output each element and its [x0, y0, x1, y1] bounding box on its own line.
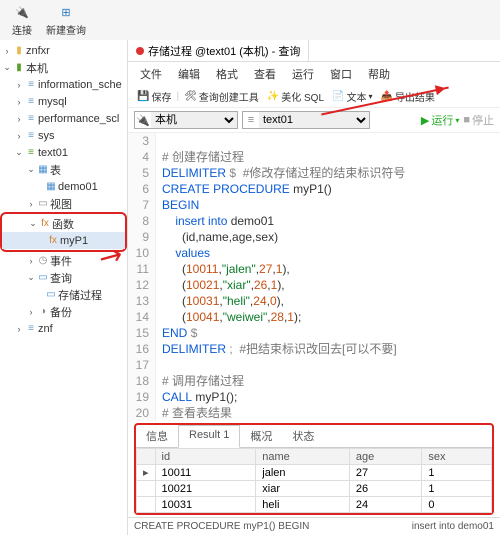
- connect-label: 连接: [12, 22, 32, 37]
- tree-folder-znfxr[interactable]: ›▮znfxr: [0, 42, 127, 59]
- db-icon: ≡: [24, 79, 38, 90]
- new-query-label: 新建查询: [46, 22, 86, 37]
- beautify-button[interactable]: ✨美化 SQL: [264, 88, 327, 105]
- result-tab-profile[interactable]: 概况: [240, 425, 282, 447]
- result-tab-result1[interactable]: Result 1: [178, 425, 240, 448]
- tree-queries[interactable]: ⌄▭查询: [0, 269, 127, 286]
- tree-db-performance-schema[interactable]: ›≡performance_scl: [0, 110, 127, 127]
- database-select[interactable]: ≡ text01: [242, 111, 370, 129]
- tree-function-myp1[interactable]: fxmyP1: [2, 232, 125, 249]
- menu-help[interactable]: 帮助: [362, 65, 396, 83]
- save-button[interactable]: 💾保存: [134, 88, 174, 105]
- tree-conn-local[interactable]: ⌄▮本机: [0, 59, 127, 76]
- menu-bar: 文件 编辑 格式 查看 运行 窗口 帮助: [128, 62, 500, 86]
- editor-tab[interactable]: 存储过程 @text01 (本机) - 查询: [128, 40, 309, 61]
- event-icon: ◷: [36, 255, 50, 266]
- table-header: idnameagesex: [137, 449, 492, 465]
- plug-icon: ▮: [12, 62, 26, 73]
- tree-db-text01[interactable]: ⌄≡text01: [0, 144, 127, 161]
- menu-view[interactable]: 查看: [248, 65, 282, 83]
- query-builder-button[interactable]: 🛠查询创建工具: [181, 88, 262, 105]
- connection-select-field[interactable]: 本机: [151, 112, 237, 128]
- text-button[interactable]: 📄文本▾: [329, 88, 375, 105]
- tree-db-information-schema[interactable]: ›≡information_sche: [0, 76, 127, 93]
- plug-icon: 🔌: [135, 114, 151, 127]
- tree-db-znf[interactable]: ›≡znf: [0, 320, 127, 337]
- function-icon: fx: [38, 218, 52, 229]
- editor-tab-title: 存储过程 @text01 (本机) - 查询: [148, 43, 300, 59]
- status-left: CREATE PROCEDURE myP1() BEGIN: [134, 521, 309, 532]
- result-tab-info[interactable]: 信息: [136, 425, 178, 447]
- db-icon: ≡: [24, 323, 38, 334]
- menu-file[interactable]: 文件: [134, 65, 168, 83]
- menu-window[interactable]: 窗口: [324, 65, 358, 83]
- table-icon: ▦: [36, 164, 50, 175]
- results-panel: 信息 Result 1 概况 状态 idnameagesex ▸10011jal…: [134, 423, 494, 515]
- status-bar: CREATE PROCEDURE myP1() BEGIN insert int…: [128, 517, 500, 535]
- backup-icon: ◑: [36, 306, 50, 317]
- tree-table-demo01[interactable]: ▦demo01: [0, 178, 127, 195]
- tree-functions[interactable]: ⌄fx函数: [2, 215, 125, 232]
- query-icon: ▭: [44, 289, 58, 300]
- db-icon: ≡: [24, 96, 38, 107]
- table-row[interactable]: 10031heli240: [137, 497, 492, 513]
- result-grid[interactable]: idnameagesex ▸10011jalen271 10021xiar261…: [136, 448, 492, 513]
- stop-icon: ■: [463, 114, 470, 126]
- table-row[interactable]: 10021xiar261: [137, 481, 492, 497]
- connection-select[interactable]: 🔌 本机: [134, 111, 238, 129]
- sparkle-icon: ✨: [267, 91, 279, 102]
- db-icon: ≡: [24, 113, 38, 124]
- sql-editor[interactable]: 34567891011121314151617181920 # 创建存储过程 D…: [128, 133, 500, 421]
- function-icon: fx: [46, 235, 60, 246]
- database-select-field[interactable]: text01: [259, 112, 369, 128]
- view-icon: ▭: [36, 198, 50, 209]
- menu-run[interactable]: 运行: [286, 65, 320, 83]
- stop-button[interactable]: ■停止: [463, 112, 494, 128]
- export-icon: 📤: [380, 91, 392, 102]
- tree-views[interactable]: ›▭视图: [0, 195, 127, 212]
- menu-format[interactable]: 格式: [210, 65, 244, 83]
- db-icon: ≡: [24, 130, 38, 141]
- result-tab-status[interactable]: 状态: [282, 425, 324, 447]
- line-gutter: 34567891011121314151617181920: [128, 133, 156, 421]
- status-right: insert into demo01: [412, 521, 494, 532]
- db-icon: ≡: [243, 114, 259, 126]
- tree-tables[interactable]: ⌄▦表: [0, 161, 127, 178]
- doc-icon: 📄: [332, 91, 344, 102]
- tree-db-mysql[interactable]: ›≡mysql: [0, 93, 127, 110]
- query-icon: ▭: [36, 272, 50, 283]
- tree-events[interactable]: ›◷事件: [0, 252, 127, 269]
- modified-dot-icon: [136, 47, 144, 55]
- table-icon: ▦: [44, 181, 58, 192]
- table-row[interactable]: ▸10011jalen271: [137, 465, 492, 481]
- connect-button[interactable]: 🔌 连接: [8, 1, 36, 39]
- code-content: # 创建存储过程 DELIMITER $ #修改存储过程的结束标识符号 CREA…: [156, 133, 500, 421]
- plug-icon: 🔌: [12, 3, 32, 21]
- tree-backup[interactable]: ›◑备份: [0, 303, 127, 320]
- wrench-icon: 🛠: [184, 91, 197, 102]
- tree-db-sys[interactable]: ›≡sys: [0, 127, 127, 144]
- export-button[interactable]: 📤导出结果: [377, 88, 437, 105]
- run-button[interactable]: ▶运行▾: [421, 112, 459, 128]
- navigation-tree: ›▮znfxr ⌄▮本机 ›≡information_sche ›≡mysql …: [0, 40, 128, 535]
- tree-query-storedproc[interactable]: ▭存储过程: [0, 286, 127, 303]
- play-icon: ▶: [421, 114, 429, 127]
- new-query-icon: ⊞: [56, 3, 76, 21]
- db-icon: ≡: [24, 147, 38, 158]
- menu-edit[interactable]: 编辑: [172, 65, 206, 83]
- save-icon: 💾: [137, 91, 149, 102]
- folder-icon: ▮: [12, 45, 26, 56]
- new-query-button[interactable]: ⊞ 新建查询: [42, 1, 90, 39]
